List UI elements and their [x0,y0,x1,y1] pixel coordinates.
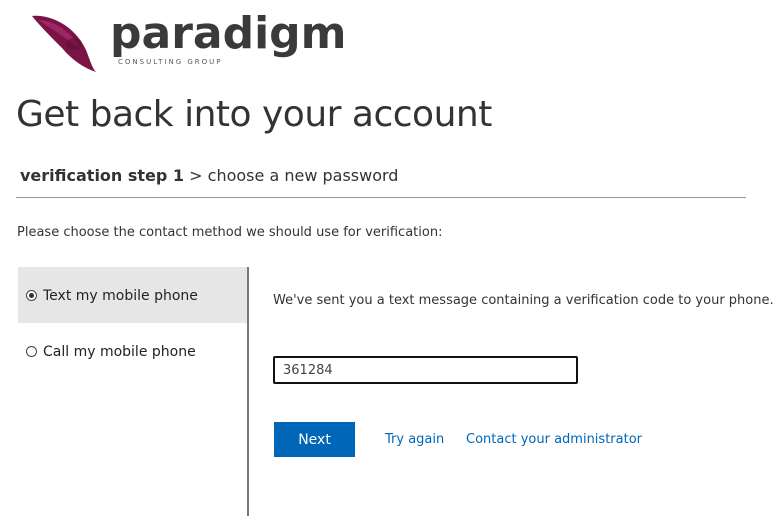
contact-method-list: Text my mobile phone Call my mobile phon… [18,267,249,516]
radio-selected-icon[interactable] [26,289,37,301]
method-label: Text my mobile phone [43,288,198,304]
brand-tagline: CONSULTING GROUP [118,58,223,66]
try-again-link[interactable]: Try again [385,432,444,447]
method-call-mobile[interactable]: Call my mobile phone [18,323,247,379]
verification-message: We've sent you a text message containing… [273,293,774,308]
paradigm-swoosh-icon [32,15,96,73]
next-button[interactable]: Next [274,422,355,457]
method-label: Call my mobile phone [43,344,196,360]
brand-logo: paradigm CONSULTING GROUP [28,10,347,76]
verification-code-input[interactable] [273,356,578,384]
breadcrumb: verification step 1 > choose a new passw… [20,166,398,185]
section-divider [16,197,746,198]
method-text-mobile[interactable]: Text my mobile phone [18,267,247,323]
breadcrumb-next-step: choose a new password [207,166,399,185]
contact-administrator-link[interactable]: Contact your administrator [466,432,642,447]
breadcrumb-separator: > [189,166,203,185]
breadcrumb-current-step: verification step 1 [20,166,185,185]
page-title: Get back into your account [16,94,492,135]
radio-unselected-icon[interactable] [26,345,37,357]
instructions-text: Please choose the contact method we shou… [17,225,443,240]
brand-wordmark: paradigm [110,8,347,59]
